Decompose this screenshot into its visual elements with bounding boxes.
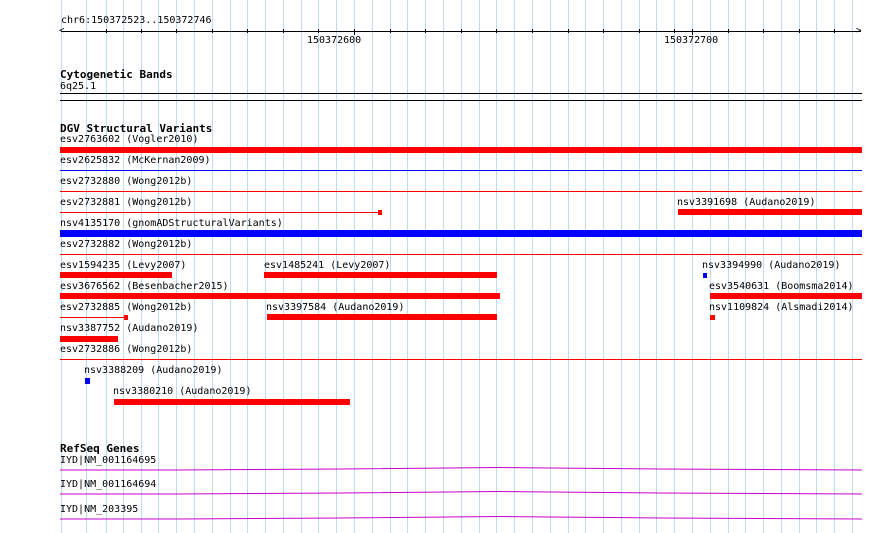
- gene-model[interactable]: [60, 514, 862, 522]
- ruler-tick: [283, 29, 284, 33]
- ruler-location: chr6:150372523..150372746: [61, 15, 212, 26]
- variant-label[interactable]: nsv4135170 (gnomADStructuralVariants): [60, 218, 283, 230]
- ruler-tick: [799, 29, 800, 33]
- variant-bar-loss[interactable]: [60, 293, 500, 299]
- variant-label[interactable]: nsv3388209 (Audano2019): [84, 365, 222, 377]
- ruler-tick: [425, 29, 426, 33]
- grid-line: [603, 0, 604, 533]
- cytoband-label: 6q25.1: [60, 81, 97, 92]
- variant-label[interactable]: esv2732880 (Wong2012b): [60, 176, 192, 188]
- variant-bar-loss[interactable]: [710, 315, 715, 320]
- genome-browser-panel: chr6:150372523..150372746 < > 150372600 …: [0, 0, 890, 533]
- variant-bar-loss[interactable]: [710, 293, 862, 299]
- variant-label[interactable]: esv2732882 (Wong2012b): [60, 239, 192, 251]
- variant-label[interactable]: esv1594235 (Levy2007): [60, 260, 186, 272]
- grid-line: [639, 0, 640, 533]
- cytoband-top-outline[interactable]: [60, 93, 862, 94]
- variant-bar-loss[interactable]: [124, 315, 128, 320]
- grid-line: [692, 0, 693, 533]
- variant-bar-gain[interactable]: [60, 230, 862, 237]
- grid-line: [230, 0, 231, 533]
- ruler-tick: [728, 29, 729, 33]
- grid-line: [568, 0, 569, 533]
- variant-label[interactable]: nsv1109824 (Alsmadi2014): [709, 302, 854, 314]
- grid-line: [443, 0, 444, 533]
- variant-label[interactable]: nsv3391698 (Audano2019): [677, 197, 815, 209]
- variant-bar-loss[interactable]: [378, 210, 382, 215]
- grid-line: [674, 0, 675, 533]
- grid-line: [656, 0, 657, 533]
- grid-line: [194, 0, 195, 533]
- ruler-tick: [318, 29, 319, 33]
- cytoband-bottom-outline[interactable]: [60, 100, 862, 101]
- ruler-tick: [141, 29, 142, 33]
- variant-label[interactable]: esv2732881 (Wong2012b): [60, 197, 192, 209]
- grid-line: [461, 0, 462, 533]
- ruler-tick: [603, 29, 604, 33]
- variant-label[interactable]: esv3676562 (Besenbacher2015): [60, 281, 229, 293]
- gene-model[interactable]: [60, 465, 862, 473]
- variant-label[interactable]: esv2763602 (Vogler2010): [60, 134, 198, 146]
- grid-line: [621, 0, 622, 533]
- variant-line-loss[interactable]: [60, 317, 126, 318]
- variant-bar-gain[interactable]: [85, 378, 90, 384]
- grid-line: [852, 0, 853, 533]
- variant-bar-loss[interactable]: [678, 209, 862, 215]
- variant-label[interactable]: esv2732886 (Wong2012b): [60, 344, 192, 356]
- ruler-tick: [763, 29, 764, 33]
- ruler-tick: [568, 29, 569, 33]
- track-title-cytogenetic[interactable]: Cytogenetic Bands: [60, 68, 173, 81]
- variant-line-loss[interactable]: [60, 191, 862, 192]
- ruler-tick: [247, 29, 248, 33]
- grid-line: [496, 0, 497, 533]
- ruler-right-arrow-icon[interactable]: >: [856, 27, 861, 36]
- variant-bar-loss[interactable]: [267, 314, 497, 320]
- grid-line: [212, 0, 213, 533]
- ruler-tick: [674, 29, 675, 33]
- variant-line-loss[interactable]: [60, 359, 862, 360]
- grid-line: [514, 0, 515, 533]
- variant-label[interactable]: esv2625832 (McKernan2009): [60, 155, 211, 167]
- variant-bar-loss[interactable]: [60, 147, 862, 153]
- variant-label[interactable]: nsv3397584 (Audano2019): [266, 302, 404, 314]
- variant-bar-loss[interactable]: [114, 399, 350, 405]
- variant-bar-loss[interactable]: [264, 272, 497, 278]
- variant-line-loss[interactable]: [60, 212, 380, 213]
- ruler-label: 150372700: [664, 35, 719, 46]
- ruler-label: 150372600: [307, 35, 362, 46]
- grid-line: [585, 0, 586, 533]
- variant-label[interactable]: nsv3387752 (Audano2019): [60, 323, 198, 335]
- ruler-tick: [639, 29, 640, 33]
- grid-line: [550, 0, 551, 533]
- grid-line: [247, 0, 248, 533]
- track-title-refseq[interactable]: RefSeq Genes: [60, 442, 139, 455]
- grid-line: [425, 0, 426, 533]
- ruler-tick: [390, 29, 391, 33]
- ruler-tick: [106, 29, 107, 33]
- gene-model[interactable]: [60, 489, 862, 497]
- ruler-tick: [461, 29, 462, 33]
- variant-bar-loss[interactable]: [60, 272, 172, 278]
- variant-label[interactable]: nsv3380210 (Audano2019): [113, 386, 251, 398]
- grid-line: [479, 0, 480, 533]
- ruler-tick: [496, 29, 497, 33]
- grid-line: [407, 0, 408, 533]
- ruler-tick: [176, 29, 177, 33]
- variant-line-gain[interactable]: [60, 170, 862, 171]
- variant-bar-loss[interactable]: [60, 336, 118, 342]
- variant-label[interactable]: esv2732885 (Wong2012b): [60, 302, 192, 314]
- ruler-left-arrow-icon[interactable]: <: [59, 27, 64, 36]
- variant-label[interactable]: esv3540631 (Boomsma2014): [709, 281, 854, 293]
- variant-line-loss[interactable]: [60, 254, 862, 255]
- ruler-tick: [834, 29, 835, 33]
- variant-label[interactable]: esv1485241 (Levy2007): [264, 260, 390, 272]
- variant-bar-gain[interactable]: [703, 273, 707, 278]
- ruler-tick: [212, 29, 213, 33]
- grid-line: [532, 0, 533, 533]
- ruler-tick: [532, 29, 533, 33]
- variant-label[interactable]: nsv3394990 (Audano2019): [702, 260, 840, 272]
